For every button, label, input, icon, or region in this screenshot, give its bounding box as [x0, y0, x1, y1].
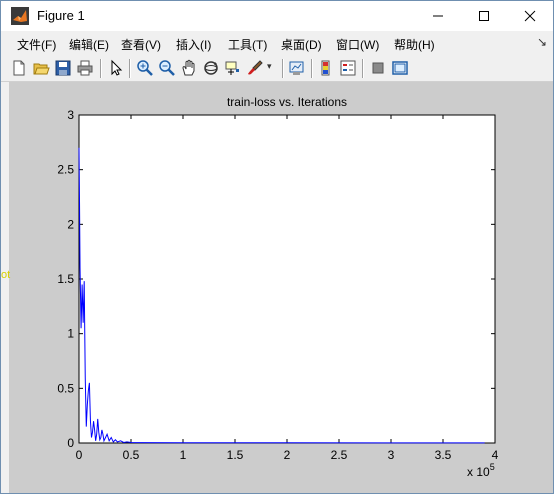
pan-hand-icon[interactable]: [180, 59, 198, 77]
close-icon: [524, 10, 536, 22]
y-tick-label: 3: [67, 108, 74, 122]
minimize-button[interactable]: [415, 1, 461, 31]
x-tick-label: 3.5: [435, 448, 452, 462]
pointer-icon[interactable]: [107, 59, 125, 77]
dock-arrow-icon[interactable]: ↘: [537, 35, 547, 49]
menu-view[interactable]: 查看(V): [121, 36, 161, 53]
chart-title: train-loss vs. Iterations: [227, 95, 347, 109]
toolbar-separator: [282, 59, 284, 78]
menu-window[interactable]: 窗口(W): [336, 36, 379, 53]
data-cursor-icon[interactable]: [224, 59, 242, 77]
toolbar-separator: [129, 59, 131, 78]
open-file-icon[interactable]: [32, 59, 50, 77]
figure-window: Figure 1 文件(F) 编辑(E) 查看(V) 插入(I) 工具(T) 桌…: [0, 0, 554, 494]
x-tick-label: 0.5: [123, 448, 140, 462]
menu-help[interactable]: 帮助(H): [394, 36, 435, 53]
legend-icon[interactable]: [339, 59, 357, 77]
x-tick-label: 0: [76, 448, 83, 462]
menu-insert[interactable]: 插入(I): [176, 36, 211, 53]
save-icon[interactable]: [54, 59, 72, 77]
brush-icon[interactable]: [246, 59, 264, 77]
y-tick-label: 0.5: [57, 381, 74, 395]
x-tick-label: 2: [284, 448, 291, 462]
axes-background[interactable]: [78, 114, 496, 444]
link-plot-icon[interactable]: [288, 59, 306, 77]
menu-tools[interactable]: 工具(T): [228, 36, 267, 53]
hide-plot-tools-icon[interactable]: [369, 59, 387, 77]
figure-toolbar: ▾: [1, 55, 553, 82]
menu-bar: 文件(F) 编辑(E) 查看(V) 插入(I) 工具(T) 桌面(D) 窗口(W…: [1, 32, 553, 54]
matlab-logo-icon: [11, 7, 29, 25]
x-tick-label: 4: [492, 448, 499, 462]
y-tick-label: 1.5: [57, 272, 74, 286]
figure-canvas: train-loss vs. Iterations 0 0.5 1 1.5 2 2.5 3 3…: [9, 82, 553, 493]
plot-svg: train-loss vs. Iterations 0 0.5 1 1.5 2 2.5 3 3…: [57, 95, 499, 479]
zoom-in-icon[interactable]: [136, 59, 154, 77]
x-tick-label: 2.5: [331, 448, 348, 462]
menu-file[interactable]: 文件(F): [17, 36, 56, 53]
print-icon[interactable]: [76, 59, 94, 77]
new-figure-icon[interactable]: [10, 59, 28, 77]
maximize-button[interactable]: [461, 1, 507, 31]
x-tick-label: 1: [180, 448, 187, 462]
show-plot-tools-icon[interactable]: [391, 59, 409, 77]
zoom-out-icon[interactable]: [158, 59, 176, 77]
menu-edit[interactable]: 编辑(E): [69, 36, 109, 53]
y-tick-label: 1: [67, 327, 74, 341]
x-tick-label: 1.5: [227, 448, 244, 462]
window-title: Figure 1: [37, 8, 85, 23]
y-tick-label: 0: [67, 436, 74, 450]
toolbar-separator: [100, 59, 102, 78]
y-tick-label: 2.5: [57, 163, 74, 177]
close-button[interactable]: [507, 1, 553, 31]
brush-dropdown-arrow[interactable]: ▾: [267, 61, 272, 72]
minimize-icon: [433, 15, 443, 17]
title-bar[interactable]: Figure 1: [1, 1, 553, 31]
rotate-3d-icon[interactable]: [202, 59, 220, 77]
maximize-icon: [479, 11, 489, 21]
side-marker: ot: [1, 269, 11, 281]
y-tick-label: 2: [67, 217, 74, 231]
x-exponent-label: x 105: [467, 462, 495, 479]
toolbar-separator: [311, 59, 313, 78]
colorbar-icon[interactable]: [317, 59, 335, 77]
x-tick-label: 3: [388, 448, 395, 462]
menu-desktop[interactable]: 桌面(D): [281, 36, 322, 53]
toolbar-separator: [362, 59, 364, 78]
